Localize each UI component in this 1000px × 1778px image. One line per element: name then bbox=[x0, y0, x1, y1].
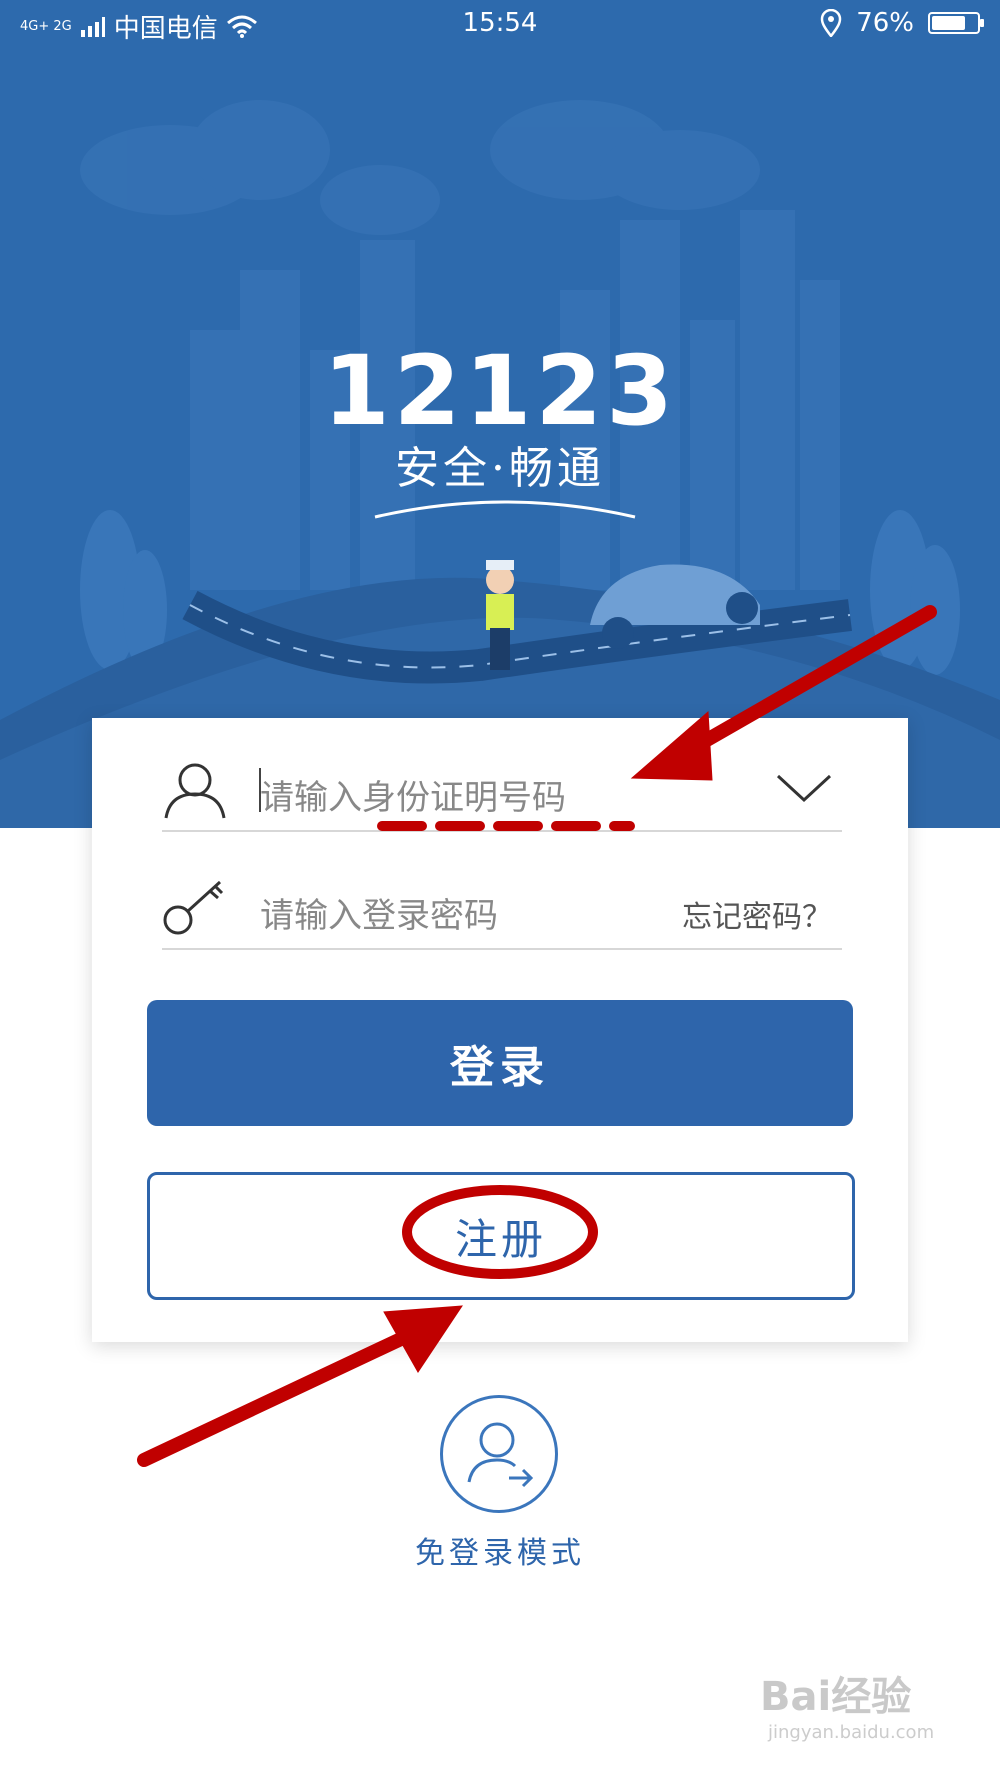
traffic-officer-figure bbox=[486, 560, 514, 670]
battery-fill bbox=[932, 16, 965, 30]
hero-banner: 4G+ 2G 中国电信 15:54 76% 12123 安全·畅通 bbox=[0, 0, 1000, 828]
status-bar: 4G+ 2G 中国电信 15:54 76% bbox=[0, 0, 1000, 50]
chevron-down-icon[interactable] bbox=[774, 770, 834, 806]
key-icon bbox=[163, 880, 224, 935]
status-right: 76% bbox=[820, 8, 984, 38]
app-slogan: 安全·畅通 bbox=[395, 443, 605, 494]
register-button[interactable]: 注册 bbox=[147, 1172, 855, 1300]
guest-mode-button[interactable] bbox=[440, 1395, 558, 1513]
guest-user-icon bbox=[467, 1422, 534, 1488]
guest-mode-label[interactable]: 免登录模式 bbox=[0, 1528, 1000, 1572]
watermark-logo: Bai经验 bbox=[760, 1674, 912, 1720]
user-icon bbox=[164, 763, 226, 819]
password-field[interactable]: 请输入登录密码 忘记密码？ bbox=[162, 858, 842, 950]
battery-percent: 76% bbox=[856, 8, 914, 38]
id-number-field[interactable]: 请输入身份证明号码 bbox=[162, 740, 842, 832]
login-button[interactable]: 登录 bbox=[147, 1000, 853, 1126]
id-number-input[interactable]: 请输入身份证明号码 bbox=[260, 770, 566, 819]
password-input[interactable]: 请输入登录密码 bbox=[260, 888, 498, 937]
location-icon bbox=[820, 9, 842, 37]
battery-icon bbox=[928, 12, 984, 34]
app-logo: 12123 bbox=[323, 335, 677, 447]
login-card: 请输入身份证明号码 请输入登录密码 忘记密码？ 登录 注册 bbox=[92, 718, 908, 1342]
watermark-domain: jingyan.baidu.com bbox=[768, 1722, 935, 1743]
forgot-password-link[interactable]: 忘记密码？ bbox=[682, 892, 832, 936]
slogan-underline bbox=[374, 500, 636, 519]
